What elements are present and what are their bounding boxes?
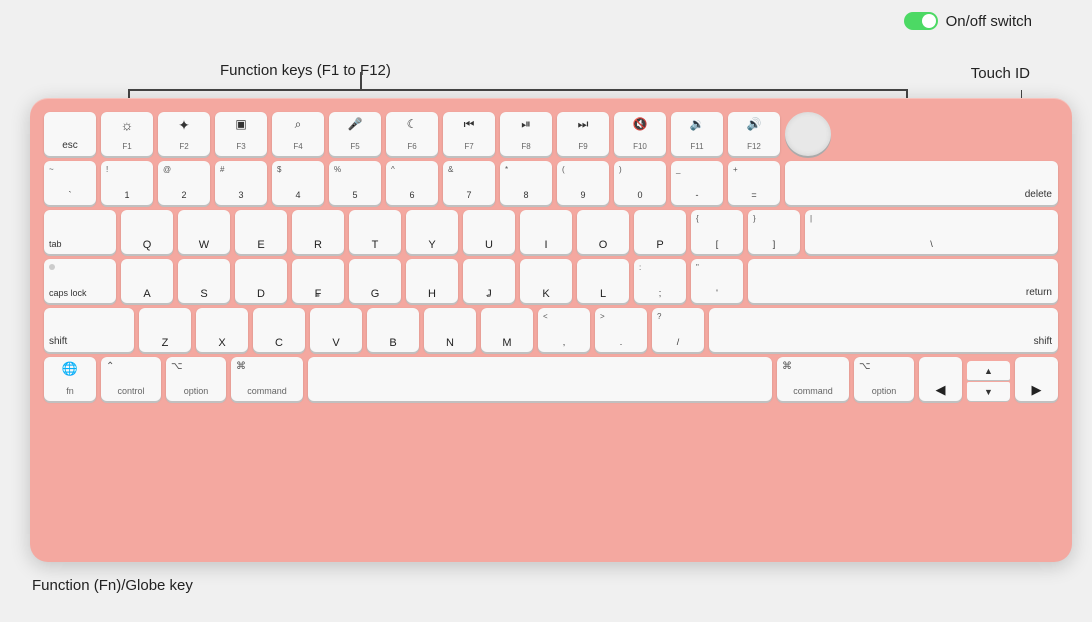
- touchid-label: Touch ID: [971, 65, 1030, 82]
- key-x[interactable]: X: [196, 308, 248, 352]
- key-t[interactable]: T: [349, 210, 401, 254]
- key-6[interactable]: ^ 6: [386, 161, 438, 205]
- key-esc[interactable]: esc: [44, 112, 96, 156]
- key-shift-left[interactable]: shift: [44, 308, 134, 352]
- key-m[interactable]: M: [481, 308, 533, 352]
- key-f10[interactable]: 🔇 F10: [614, 112, 666, 156]
- key-q[interactable]: Q: [121, 210, 173, 254]
- key-b[interactable]: B: [367, 308, 419, 352]
- key-backtick[interactable]: ~ `: [44, 161, 96, 205]
- arrow-up-down-container: ▲ ▼: [967, 361, 1010, 401]
- row-asdf: caps lock A S D F G H J K L : ; " ' retu…: [44, 259, 1058, 303]
- key-f6[interactable]: ☾ F6: [386, 112, 438, 156]
- key-f5[interactable]: 🎤 F5: [329, 112, 381, 156]
- key-command-right[interactable]: ⌘ command: [777, 357, 849, 401]
- key-f2[interactable]: ✦ F2: [158, 112, 210, 156]
- key-8[interactable]: * 8: [500, 161, 552, 205]
- key-lbracket[interactable]: { [: [691, 210, 743, 254]
- key-e[interactable]: E: [235, 210, 287, 254]
- key-shift-right[interactable]: shift: [709, 308, 1058, 352]
- key-f9[interactable]: ⏭ F9: [557, 112, 609, 156]
- key-p[interactable]: P: [634, 210, 686, 254]
- row-zxcv: shift Z X C V B N M < , > . ? / shift: [44, 308, 1058, 352]
- key-minus[interactable]: _ -: [671, 161, 723, 205]
- key-option-left[interactable]: ⌥ option: [166, 357, 226, 401]
- key-f7[interactable]: ⏮ F7: [443, 112, 495, 156]
- key-arrow-left[interactable]: ◀: [919, 357, 962, 401]
- key-i[interactable]: I: [520, 210, 572, 254]
- key-period[interactable]: > .: [595, 308, 647, 352]
- key-y[interactable]: Y: [406, 210, 458, 254]
- key-d[interactable]: D: [235, 259, 287, 303]
- key-arrow-down[interactable]: ▼: [967, 382, 1010, 401]
- key-quote[interactable]: " ': [691, 259, 743, 303]
- key-semicolon[interactable]: : ;: [634, 259, 686, 303]
- function-keys-label: Function keys (F1 to F12): [220, 62, 391, 79]
- key-s[interactable]: S: [178, 259, 230, 303]
- toggle-switch[interactable]: [904, 12, 938, 30]
- key-arrow-up[interactable]: ▲: [967, 361, 1010, 380]
- key-3[interactable]: # 3: [215, 161, 267, 205]
- key-option-right[interactable]: ⌥ option: [854, 357, 914, 401]
- row-qwerty: tab Q W E R T Y U I O P { [ } ] | \: [44, 210, 1058, 254]
- key-equals[interactable]: + =: [728, 161, 780, 205]
- key-f1[interactable]: ☼ F1: [101, 112, 153, 156]
- key-command-left[interactable]: ⌘ command: [231, 357, 303, 401]
- key-slash[interactable]: ? /: [652, 308, 704, 352]
- key-spacebar[interactable]: [308, 357, 772, 401]
- key-f8[interactable]: ⏯ F8: [500, 112, 552, 156]
- fn-globe-label: Function (Fn)/Globe key: [32, 577, 193, 594]
- key-backslash[interactable]: | \: [805, 210, 1058, 254]
- key-n[interactable]: N: [424, 308, 476, 352]
- key-l[interactable]: L: [577, 259, 629, 303]
- row-bottom: 🌐 fn ⌃ control ⌥ option ⌘ command ⌘ comm…: [44, 357, 1058, 401]
- key-delete[interactable]: delete: [785, 161, 1058, 205]
- keyboard-body: esc ☼ F1 ✦ F2 ▣ F3 ⌕ F4 🎤 F5 ☾ F6: [30, 98, 1072, 562]
- key-f12[interactable]: 🔊 F12: [728, 112, 780, 156]
- key-2[interactable]: @ 2: [158, 161, 210, 205]
- key-c[interactable]: C: [253, 308, 305, 352]
- row-numbers: ~ ` ! 1 @ 2 # 3 $ 4 % 5 ^ 6 & 7: [44, 161, 1058, 205]
- key-capslock[interactable]: caps lock: [44, 259, 116, 303]
- onoff-label: On/off switch: [946, 13, 1032, 30]
- key-r[interactable]: R: [292, 210, 344, 254]
- key-f11[interactable]: 🔉 F11: [671, 112, 723, 156]
- key-touchid[interactable]: [785, 112, 831, 156]
- key-9[interactable]: ( 9: [557, 161, 609, 205]
- key-a[interactable]: A: [121, 259, 173, 303]
- key-j[interactable]: J: [463, 259, 515, 303]
- key-4[interactable]: $ 4: [272, 161, 324, 205]
- key-arrow-right[interactable]: ▶: [1015, 357, 1058, 401]
- key-7[interactable]: & 7: [443, 161, 495, 205]
- key-1[interactable]: ! 1: [101, 161, 153, 205]
- onoff-area: On/off switch: [904, 12, 1032, 30]
- key-w[interactable]: W: [178, 210, 230, 254]
- key-v[interactable]: V: [310, 308, 362, 352]
- key-tab[interactable]: tab: [44, 210, 116, 254]
- key-u[interactable]: U: [463, 210, 515, 254]
- key-fn-globe[interactable]: 🌐 fn: [44, 357, 96, 401]
- key-control[interactable]: ⌃ control: [101, 357, 161, 401]
- key-k[interactable]: K: [520, 259, 572, 303]
- key-rbracket[interactable]: } ]: [748, 210, 800, 254]
- key-comma[interactable]: < ,: [538, 308, 590, 352]
- key-return[interactable]: return: [748, 259, 1058, 303]
- key-z[interactable]: Z: [139, 308, 191, 352]
- key-5[interactable]: % 5: [329, 161, 381, 205]
- key-f4[interactable]: ⌕ F4: [272, 112, 324, 156]
- key-o[interactable]: O: [577, 210, 629, 254]
- key-g[interactable]: G: [349, 259, 401, 303]
- key-0[interactable]: ) 0: [614, 161, 666, 205]
- key-f3[interactable]: ▣ F3: [215, 112, 267, 156]
- key-f[interactable]: F: [292, 259, 344, 303]
- row-fkeys: esc ☼ F1 ✦ F2 ▣ F3 ⌕ F4 🎤 F5 ☾ F6: [44, 112, 1058, 156]
- key-h[interactable]: H: [406, 259, 458, 303]
